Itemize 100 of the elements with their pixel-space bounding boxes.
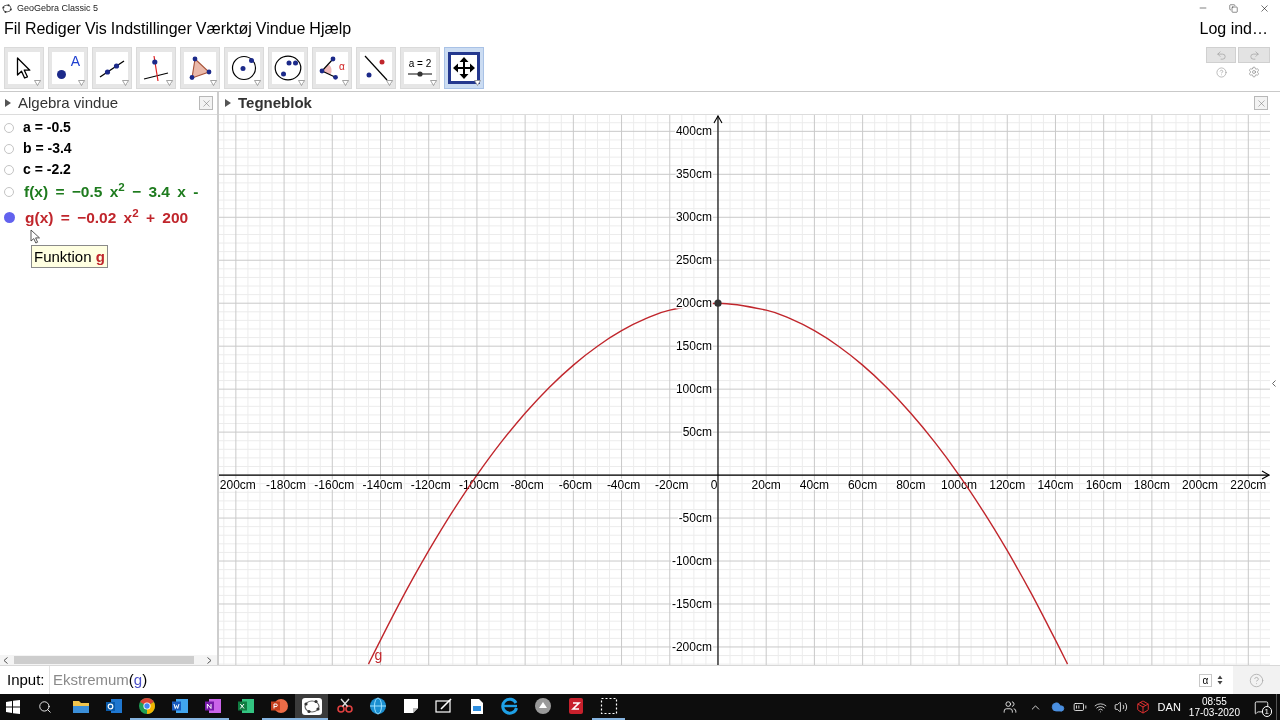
sheet-tile-icon — [236, 698, 255, 714]
mouse-cursor-icon — [30, 229, 41, 244]
ring-with-bar-icon — [500, 697, 519, 715]
redo-icon — [1248, 49, 1260, 61]
expand-triangle-icon[interactable] — [225, 99, 231, 107]
caret-icon — [122, 80, 129, 86]
up-down-arrows-icon[interactable] — [1217, 675, 1223, 685]
dashed-square-icon — [599, 697, 618, 715]
tick-label: -20cm — [655, 478, 689, 493]
panel-title: Algebra vindue — [18, 94, 119, 112]
algebra-entry[interactable]: c = -2.2 — [23, 159, 71, 180]
cloud-icon[interactable] — [1050, 700, 1065, 714]
perpendicular-lines-icon — [143, 54, 169, 82]
menu-item[interactable]: Indstillinger — [110, 19, 192, 39]
menu-item[interactable]: Vis — [84, 19, 107, 39]
restore-icon — [1229, 3, 1238, 13]
tick-label: -50cm — [678, 511, 712, 526]
menu-item[interactable]: Hjælp — [309, 19, 352, 39]
symbol-button[interactable]: α — [1199, 673, 1212, 687]
login-link[interactable]: Log ind… — [1199, 19, 1268, 39]
people-icon[interactable] — [1002, 700, 1017, 714]
undo-icon — [1215, 49, 1227, 61]
tool-button[interactable]: α — [312, 47, 352, 89]
wifi-icon[interactable] — [1093, 700, 1107, 714]
line-through-points-icon — [99, 58, 125, 78]
tick-label: 80cm — [896, 478, 926, 493]
tick-label: 50cm — [682, 425, 712, 440]
notebook-tile-icon — [203, 698, 222, 714]
image-file-icon — [469, 697, 484, 715]
visibility-toggle[interactable] — [4, 212, 15, 223]
point-icon — [57, 70, 66, 79]
app-logo-icon — [2, 3, 12, 13]
visibility-toggle[interactable] — [4, 143, 14, 154]
speaker-icon[interactable] — [1113, 700, 1128, 714]
tick-label: 0 — [710, 478, 718, 493]
close-icon — [1255, 97, 1267, 109]
caret-icon — [166, 80, 173, 86]
tool-button[interactable]: A — [48, 47, 88, 89]
curve-label: g — [374, 647, 383, 663]
battery-icon[interactable] — [1072, 700, 1087, 714]
algebra-entry[interactable]: b = -3.4 — [23, 138, 72, 159]
tick-label: 20cm — [751, 478, 781, 493]
caret-icon — [254, 80, 261, 86]
caret-icon — [34, 80, 41, 86]
tick-label: -160cm — [314, 478, 355, 493]
tool-button[interactable] — [92, 47, 132, 89]
caret-icon — [342, 80, 349, 86]
box-icon[interactable] — [1135, 700, 1150, 714]
window-title: GeoGebra Classic 5 — [17, 3, 99, 13]
visibility-toggle[interactable] — [4, 186, 14, 197]
four-panes-icon — [6, 700, 20, 714]
tick-label: -120cm — [410, 478, 451, 493]
search-icon — [38, 700, 52, 714]
clock-date[interactable]: 17-03-2020 — [1188, 707, 1240, 718]
round-segments-icon — [137, 697, 156, 715]
algebra-entry[interactable]: a = -0.5 — [23, 117, 71, 138]
tick-label: -150cm — [671, 597, 712, 611]
close-icon — [1259, 2, 1270, 14]
tool-button[interactable]: a = 2 — [400, 47, 440, 89]
expand-triangle-icon[interactable] — [5, 99, 11, 107]
tool-button[interactable] — [180, 47, 220, 89]
visibility-toggle[interactable] — [4, 122, 14, 133]
taskbar-app-button[interactable] — [295, 694, 328, 720]
input-label: Input: — [6, 669, 46, 690]
tool-button[interactable] — [4, 47, 44, 89]
menu-item[interactable]: Vindue — [255, 19, 306, 39]
visibility-toggle[interactable] — [4, 164, 14, 175]
caret-icon — [298, 80, 305, 86]
algebra-entry[interactable]: g(x) = −0.02 x$^{2}$ + 200 — [25, 205, 189, 230]
sticky-note-icon — [402, 698, 419, 714]
tick-label: 60cm — [847, 478, 878, 493]
tool-button[interactable] — [268, 47, 308, 89]
tool-button[interactable] — [356, 47, 396, 89]
tick-label: 300cm — [675, 210, 712, 225]
circle-with-center-icon — [231, 55, 257, 81]
tile-icon — [567, 697, 584, 715]
tick-label: -100cm — [671, 554, 712, 568]
clock-time[interactable]: 08:55 — [1201, 696, 1227, 707]
tool-button[interactable] — [224, 47, 264, 89]
tick-label: -60cm — [558, 478, 592, 493]
tool-button[interactable] — [444, 47, 484, 89]
globe-icon — [368, 697, 387, 715]
menu-item[interactable]: Rediger — [24, 19, 81, 39]
tick-label: -200cm — [671, 639, 712, 654]
horizontal-scrollbar[interactable] — [0, 655, 217, 665]
scissors-icon — [335, 698, 354, 714]
tool-button[interactable] — [136, 47, 176, 89]
tick-label: -140cm — [362, 478, 403, 493]
tick-label: 100cm — [675, 382, 712, 397]
menu-item[interactable]: Fil — [4, 19, 21, 39]
tick-label: 180cm — [1133, 478, 1170, 493]
algebra-entry[interactable]: f(x) = −0.5 x$^{2}$ − 3.4 x - — [24, 179, 199, 204]
angle-icon — [319, 56, 338, 80]
language-indicator[interactable]: DAN — [1157, 698, 1181, 716]
menu-item[interactable]: Værktøj — [195, 19, 252, 39]
caret-icon — [210, 80, 217, 86]
tick-label: 220cm — [1230, 478, 1267, 493]
slides-disc-icon — [269, 698, 288, 714]
disc-icon — [533, 697, 552, 715]
notification-button[interactable]: 1 — [1250, 697, 1272, 717]
